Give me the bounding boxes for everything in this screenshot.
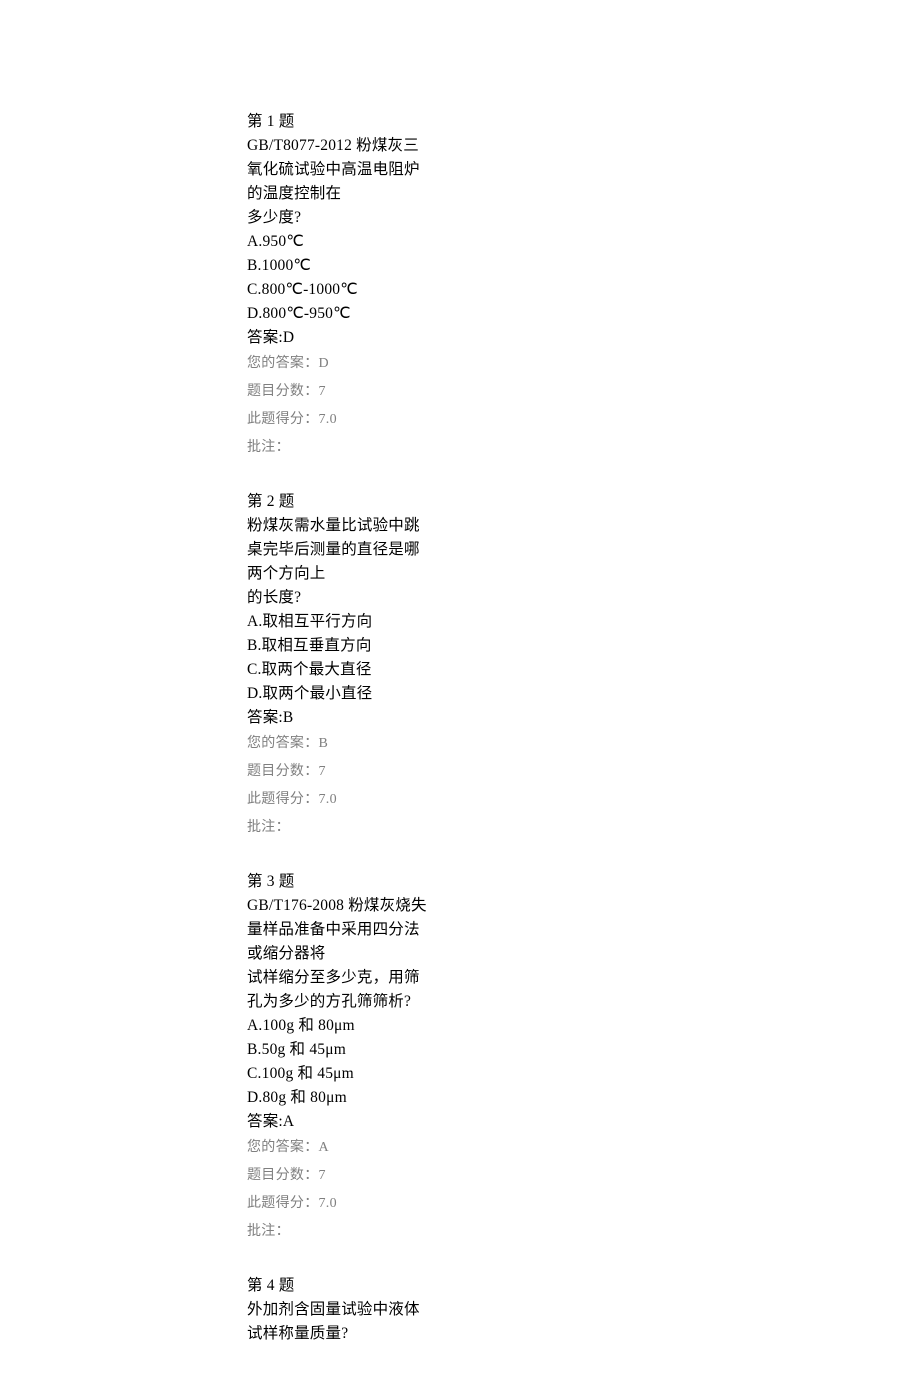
question-answer: 答案:A <box>247 1110 430 1134</box>
question-stem-line: GB/T8077-2012 粉煤灰三氧化硫试验中高温电阻炉的温度控制在 <box>247 134 430 206</box>
question-title: 第 4 题 <box>247 1274 430 1298</box>
question-answer: 答案:B <box>247 706 430 730</box>
question-option-c: C.100g 和 45μm <box>247 1062 430 1086</box>
question-option-d: D.800℃-950℃ <box>247 302 430 326</box>
question-stem-line: 外加剂含固量试验中液体试样称量质量? <box>247 1298 430 1346</box>
question-stem-line: 的长度? <box>247 586 430 610</box>
page-content: 第 1 题 GB/T8077-2012 粉煤灰三氧化硫试验中高温电阻炉的温度控制… <box>0 0 430 1346</box>
question-points: 题目分数：7 <box>247 1162 430 1190</box>
question-points: 题目分数：7 <box>247 758 430 786</box>
question-option-a: A.950℃ <box>247 230 430 254</box>
question-comment: 批注： <box>247 1218 430 1246</box>
question-2: 第 2 题 粉煤灰需水量比试验中跳桌完毕后测量的直径是哪两个方向上 的长度? A… <box>247 490 430 842</box>
question-option-a: A.100g 和 80μm <box>247 1014 430 1038</box>
question-title: 第 3 题 <box>247 870 430 894</box>
question-option-b: B.取相互垂直方向 <box>247 634 430 658</box>
question-comment: 批注： <box>247 434 430 462</box>
question-3: 第 3 题 GB/T176-2008 粉煤灰烧失量样品准备中采用四分法或缩分器将… <box>247 870 430 1246</box>
question-stem-line: 粉煤灰需水量比试验中跳桌完毕后测量的直径是哪两个方向上 <box>247 514 430 586</box>
question-1: 第 1 题 GB/T8077-2012 粉煤灰三氧化硫试验中高温电阻炉的温度控制… <box>247 110 430 462</box>
question-score: 此题得分：7.0 <box>247 1190 430 1218</box>
question-option-b: B.1000℃ <box>247 254 430 278</box>
question-title: 第 1 题 <box>247 110 430 134</box>
question-option-b: B.50g 和 45μm <box>247 1038 430 1062</box>
question-stem-line: 多少度? <box>247 206 430 230</box>
question-option-a: A.取相互平行方向 <box>247 610 430 634</box>
question-4: 第 4 题 外加剂含固量试验中液体试样称量质量? <box>247 1274 430 1346</box>
question-option-c: C.800℃-1000℃ <box>247 278 430 302</box>
your-answer: 您的答案：A <box>247 1134 430 1162</box>
question-stem-line: 试样缩分至多少克，用筛孔为多少的方孔筛筛析? <box>247 966 430 1014</box>
question-points: 题目分数：7 <box>247 378 430 406</box>
question-option-d: D.80g 和 80μm <box>247 1086 430 1110</box>
your-answer: 您的答案：B <box>247 730 430 758</box>
question-stem-line: GB/T176-2008 粉煤灰烧失量样品准备中采用四分法或缩分器将 <box>247 894 430 966</box>
question-option-c: C.取两个最大直径 <box>247 658 430 682</box>
question-score: 此题得分：7.0 <box>247 406 430 434</box>
your-answer: 您的答案：D <box>247 350 430 378</box>
question-comment: 批注： <box>247 814 430 842</box>
question-title: 第 2 题 <box>247 490 430 514</box>
question-answer: 答案:D <box>247 326 430 350</box>
question-score: 此题得分：7.0 <box>247 786 430 814</box>
question-option-d: D.取两个最小直径 <box>247 682 430 706</box>
